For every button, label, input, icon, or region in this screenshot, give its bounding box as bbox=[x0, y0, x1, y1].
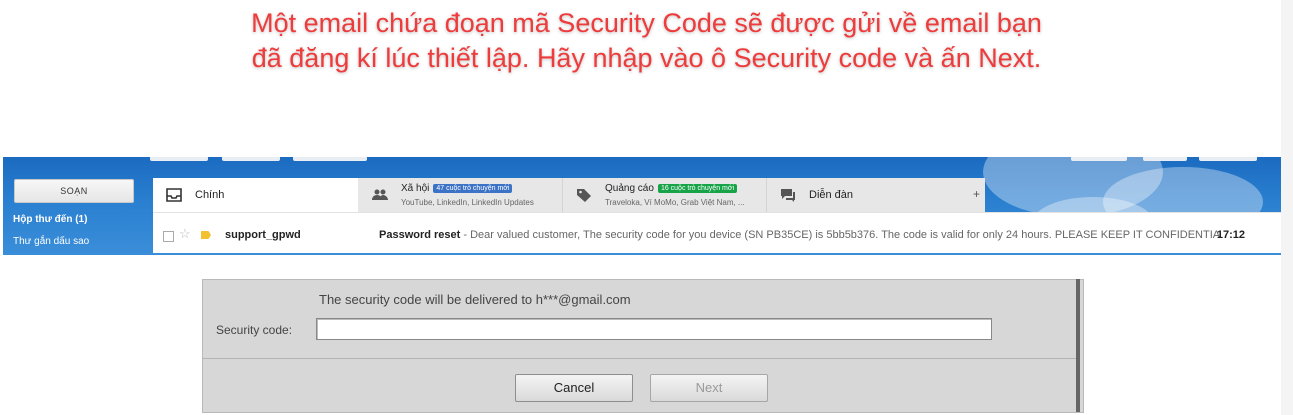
tab-senders: Traveloka, Ví MoMo, Grab Việt Nam, ... bbox=[605, 198, 745, 207]
tab-label: Quảng cáo 16 cuộc trò chuyện mới bbox=[605, 183, 738, 194]
toolbar-button[interactable] bbox=[293, 157, 367, 161]
tab-label: Chính bbox=[195, 189, 225, 201]
toolbar-button[interactable] bbox=[1199, 157, 1257, 161]
email-row[interactable]: ☆ support_gpwd Password reset - Dear val… bbox=[153, 212, 1281, 253]
new-conversations-badge: 47 cuộc trò chuyện mới bbox=[433, 184, 513, 193]
star-icon[interactable]: ☆ bbox=[179, 226, 191, 242]
tab-promotions[interactable]: Quảng cáo 16 cuộc trò chuyện mới Travelok… bbox=[563, 178, 766, 212]
tab-forums[interactable]: Diễn đàn bbox=[767, 178, 967, 212]
sidebar-item-inbox[interactable]: Hộp thư đến (1) bbox=[13, 214, 87, 225]
email-snippet: - Dear valued customer, The security cod… bbox=[460, 229, 1221, 241]
delivery-notice: The security code will be delivered to h… bbox=[319, 292, 631, 307]
tab-social-label: Xã hội bbox=[401, 183, 430, 194]
instruction-caption: Một email chứa đoạn mã Security Code sẽ … bbox=[0, 6, 1293, 76]
people-icon bbox=[372, 189, 388, 200]
tab-primary[interactable]: Chính bbox=[153, 178, 358, 212]
tab-promotions-label: Quảng cáo bbox=[605, 183, 654, 194]
gmail-inbox-panel: SOẠN Hộp thư đến (1) Thư gắn dấu sao Chí… bbox=[3, 157, 1281, 255]
cancel-button[interactable]: Cancel bbox=[515, 374, 633, 402]
inbox-icon bbox=[166, 188, 182, 202]
category-tabs: Chính Xã hội 47 cuộc trò chuyện mới YouTu… bbox=[153, 178, 985, 212]
tab-senders: YouTube, LinkedIn, LinkedIn Updates bbox=[401, 198, 534, 207]
compose-button[interactable]: SOẠN bbox=[14, 179, 134, 203]
tab-label: Diễn đàn bbox=[809, 189, 854, 201]
next-button[interactable]: Next bbox=[650, 374, 768, 402]
security-code-dialog: The security code will be delivered to h… bbox=[202, 279, 1084, 413]
instruction-line-2: đã đăng kí lúc thiết lập. Hãy nhập vào ô… bbox=[251, 43, 1042, 73]
instruction-line-1: Một email chứa đoạn mã Security Code sẽ … bbox=[251, 8, 1042, 38]
dialog-divider bbox=[203, 358, 1077, 359]
security-code-input[interactable] bbox=[316, 318, 992, 340]
toolbar-button[interactable] bbox=[150, 157, 208, 161]
sidebar-item-starred[interactable]: Thư gắn dấu sao bbox=[13, 236, 89, 247]
toolbar-button[interactable] bbox=[222, 157, 280, 161]
email-summary: Password reset - Dear valued customer, T… bbox=[379, 229, 1220, 241]
add-tab-button[interactable]: + bbox=[973, 187, 980, 201]
dialog-edge bbox=[1076, 279, 1080, 412]
toolbar-button[interactable] bbox=[1143, 157, 1187, 161]
email-time: 17:12 bbox=[1216, 229, 1245, 241]
page-edge bbox=[1281, 0, 1293, 415]
tab-label: Xã hội 47 cuộc trò chuyện mới bbox=[401, 183, 513, 194]
tag-icon bbox=[577, 189, 591, 202]
new-conversations-badge: 16 cuộc trò chuyện mới bbox=[657, 184, 738, 193]
select-checkbox[interactable] bbox=[163, 231, 174, 242]
importance-marker-icon[interactable] bbox=[201, 231, 211, 239]
email-subject: Password reset bbox=[379, 229, 461, 241]
email-sender: support_gpwd bbox=[225, 229, 301, 241]
toolbar-button[interactable] bbox=[1071, 157, 1127, 161]
forum-icon bbox=[781, 189, 795, 202]
tab-social[interactable]: Xã hội 47 cuộc trò chuyện mới YouTube, Li… bbox=[359, 178, 562, 212]
security-code-label: Security code: bbox=[216, 323, 293, 337]
